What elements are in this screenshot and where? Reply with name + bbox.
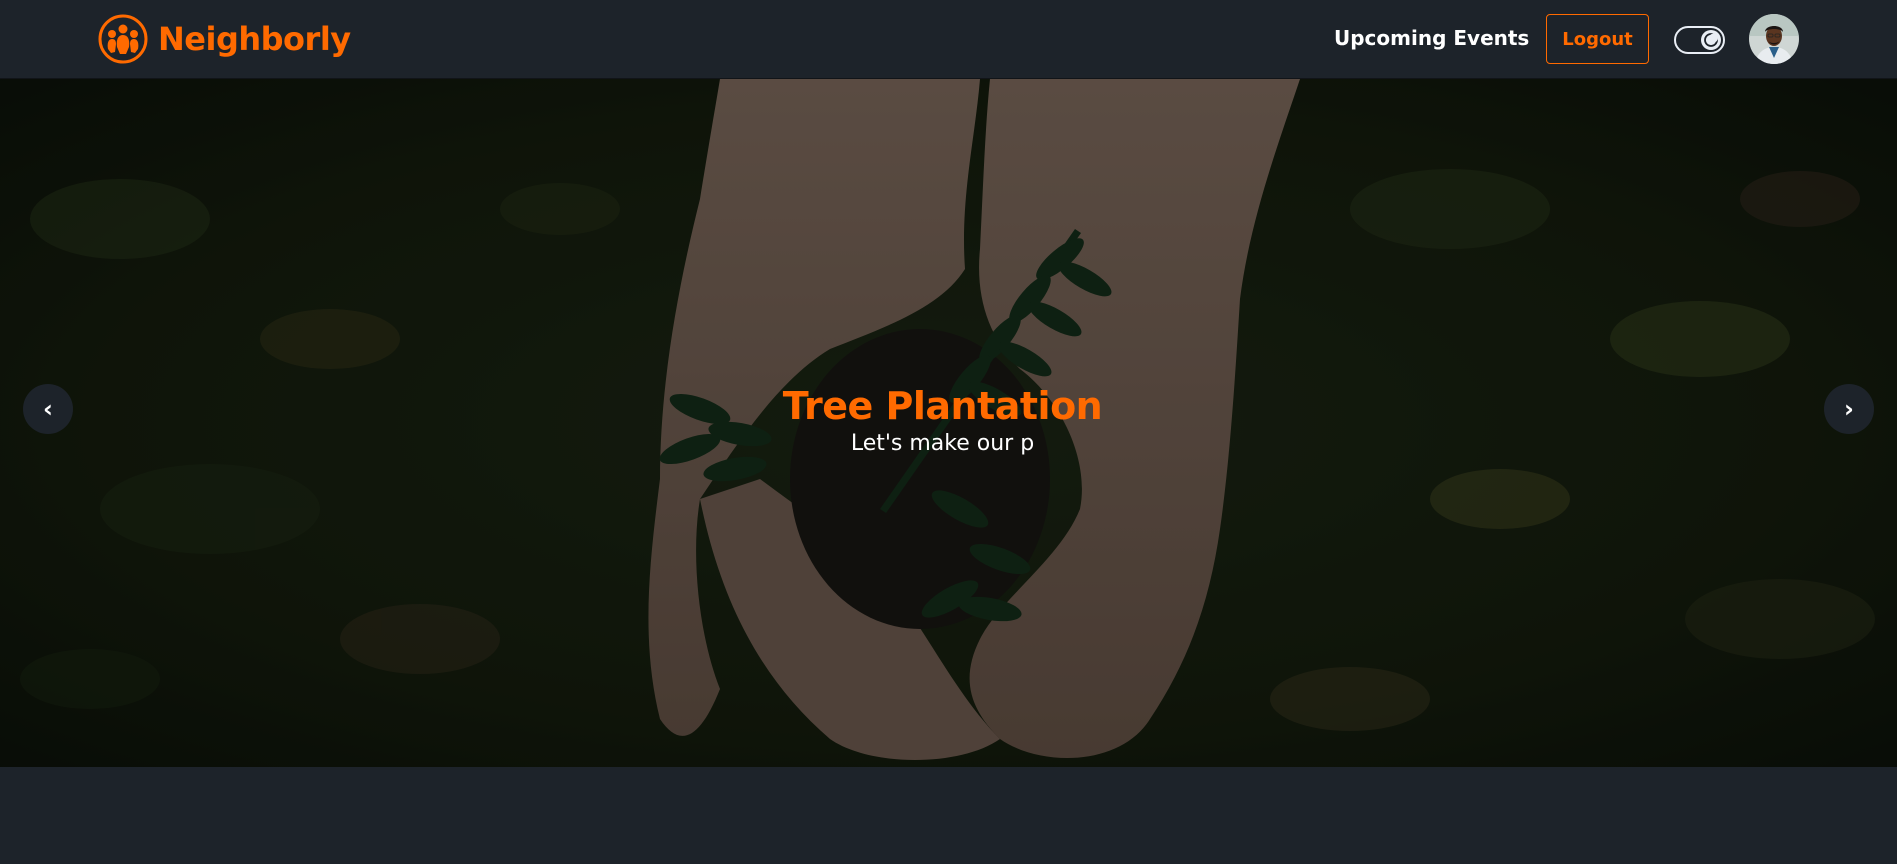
page-body bbox=[0, 767, 1897, 864]
user-avatar[interactable] bbox=[1749, 14, 1799, 64]
nav-link-upcoming-events[interactable]: Upcoming Events bbox=[1334, 26, 1529, 50]
brand-link[interactable]: Neighborly bbox=[98, 14, 351, 64]
carousel-prev-button[interactable]: ‹ bbox=[23, 384, 73, 434]
community-people-icon bbox=[98, 14, 148, 64]
carousel-next-button[interactable]: › bbox=[1824, 384, 1874, 434]
chevron-left-icon: ‹ bbox=[43, 395, 53, 423]
brand-name: Neighborly bbox=[158, 20, 351, 58]
toggle-knob bbox=[1701, 30, 1721, 50]
slide-title: Tree Plantation bbox=[782, 384, 1103, 428]
theme-toggle[interactable] bbox=[1674, 26, 1725, 54]
moon-icon bbox=[1704, 33, 1718, 47]
chevron-right-icon: › bbox=[1844, 395, 1854, 423]
top-navbar: Neighborly Upcoming Events Logout bbox=[0, 0, 1897, 79]
slide-subtitle: Let's make our p bbox=[850, 431, 1035, 456]
avatar-image bbox=[1749, 14, 1799, 64]
logout-button[interactable]: Logout bbox=[1546, 14, 1649, 64]
hero-carousel: Tree Plantation Let's make our p ‹ › bbox=[0, 79, 1897, 767]
